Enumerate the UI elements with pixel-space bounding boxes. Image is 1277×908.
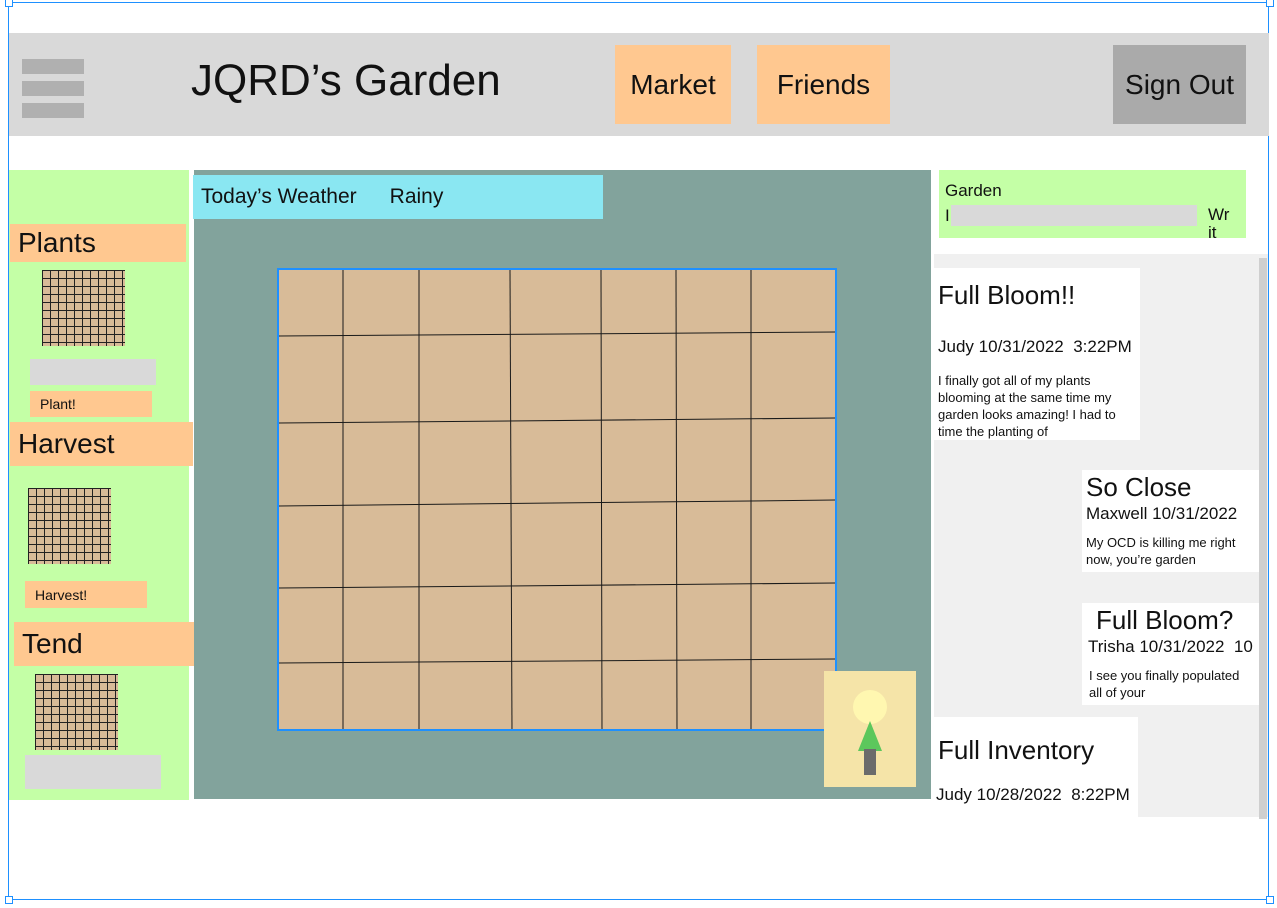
harvest-button[interactable]: Harvest! (25, 581, 147, 608)
post-meta: Trisha 10/31/2022 10 (1088, 637, 1253, 657)
hamburger-menu-icon[interactable] (22, 59, 84, 125)
post-title: Full Bloom!! (938, 280, 1076, 310)
frame-handle (1266, 0, 1274, 7)
post-compose-box: Garden I Writ (939, 170, 1246, 242)
compose-input[interactable] (951, 205, 1197, 226)
compose-label: Garden (945, 181, 1002, 200)
post-title: Full Inventory (938, 735, 1095, 765)
market-button[interactable]: Market (615, 45, 731, 124)
post-author: Judy (936, 785, 972, 804)
tree-item-card[interactable] (824, 671, 916, 787)
friends-button[interactable]: Friends (757, 45, 890, 124)
post-body: My OCD is killing me right now, you’re g… (1086, 535, 1236, 567)
write-button[interactable]: Writ (1208, 206, 1232, 242)
tend-selection-field[interactable] (25, 755, 161, 789)
post-date: 10/31/2022 (1139, 637, 1225, 656)
feed-post[interactable]: Full Bloom? Trisha 10/31/2022 10 I see y… (1082, 603, 1259, 705)
post-date: 10/28/2022 (976, 785, 1062, 804)
post-author: Trisha (1088, 637, 1135, 656)
weather-label: Today’s Weather (201, 185, 357, 208)
tree-icon (853, 690, 887, 775)
post-meta: Judy 10/28/2022 8:22PM (936, 785, 1130, 805)
post-meta: Maxwell 10/31/2022 (1086, 504, 1237, 524)
post-author: Judy (938, 337, 974, 356)
post-body: I finally got all of my plants blooming … (938, 373, 1116, 439)
feed-post[interactable]: Full Bloom!! Judy 10/31/2022 3:22PM I fi… (934, 268, 1140, 440)
weather-bar: Today’s Weather Rainy (193, 175, 603, 219)
page-title: JQRD’s Garden (191, 56, 501, 105)
garden-plot-lines (279, 270, 835, 729)
post-title: Full Bloom? (1096, 605, 1234, 635)
weather-value: Rainy (389, 185, 444, 208)
harvest-section-label: Harvest (10, 422, 193, 466)
post-body: I see you finally populated all of your (1089, 668, 1240, 700)
post-date: 10/31/2022 (978, 337, 1064, 356)
tend-tool-grid[interactable] (35, 674, 118, 750)
plants-section-label: Plants (10, 224, 186, 262)
post-title: So Close (1086, 472, 1192, 502)
feed-scrollbar[interactable] (1259, 258, 1267, 819)
post-time: 8:22PM (1071, 785, 1130, 804)
post-date: 10/31/2022 (1152, 504, 1238, 523)
frame-handle (5, 0, 13, 7)
post-time: 3:22PM (1073, 337, 1132, 356)
sign-out-button[interactable]: Sign Out (1113, 45, 1246, 124)
post-meta: Judy 10/31/2022 3:22PM (938, 337, 1132, 357)
compose-cursor: I (945, 206, 950, 225)
plants-seed-grid[interactable] (42, 270, 125, 346)
frame-handle (5, 896, 13, 904)
feed-post[interactable]: Full Inventory Judy 10/28/2022 8:22PM (934, 717, 1138, 817)
feed-post[interactable]: So Close Maxwell 10/31/2022 My OCD is ki… (1082, 470, 1259, 572)
post-time: 10 (1233, 637, 1253, 656)
harvest-crop-grid[interactable] (28, 488, 111, 564)
garden-plot-grid[interactable] (277, 268, 837, 731)
post-author: Maxwell (1086, 504, 1148, 523)
plant-button[interactable]: Plant! (30, 391, 152, 417)
frame-handle (1266, 896, 1274, 904)
plant-selection-field[interactable] (30, 359, 156, 385)
tend-section-label: Tend (14, 622, 194, 666)
